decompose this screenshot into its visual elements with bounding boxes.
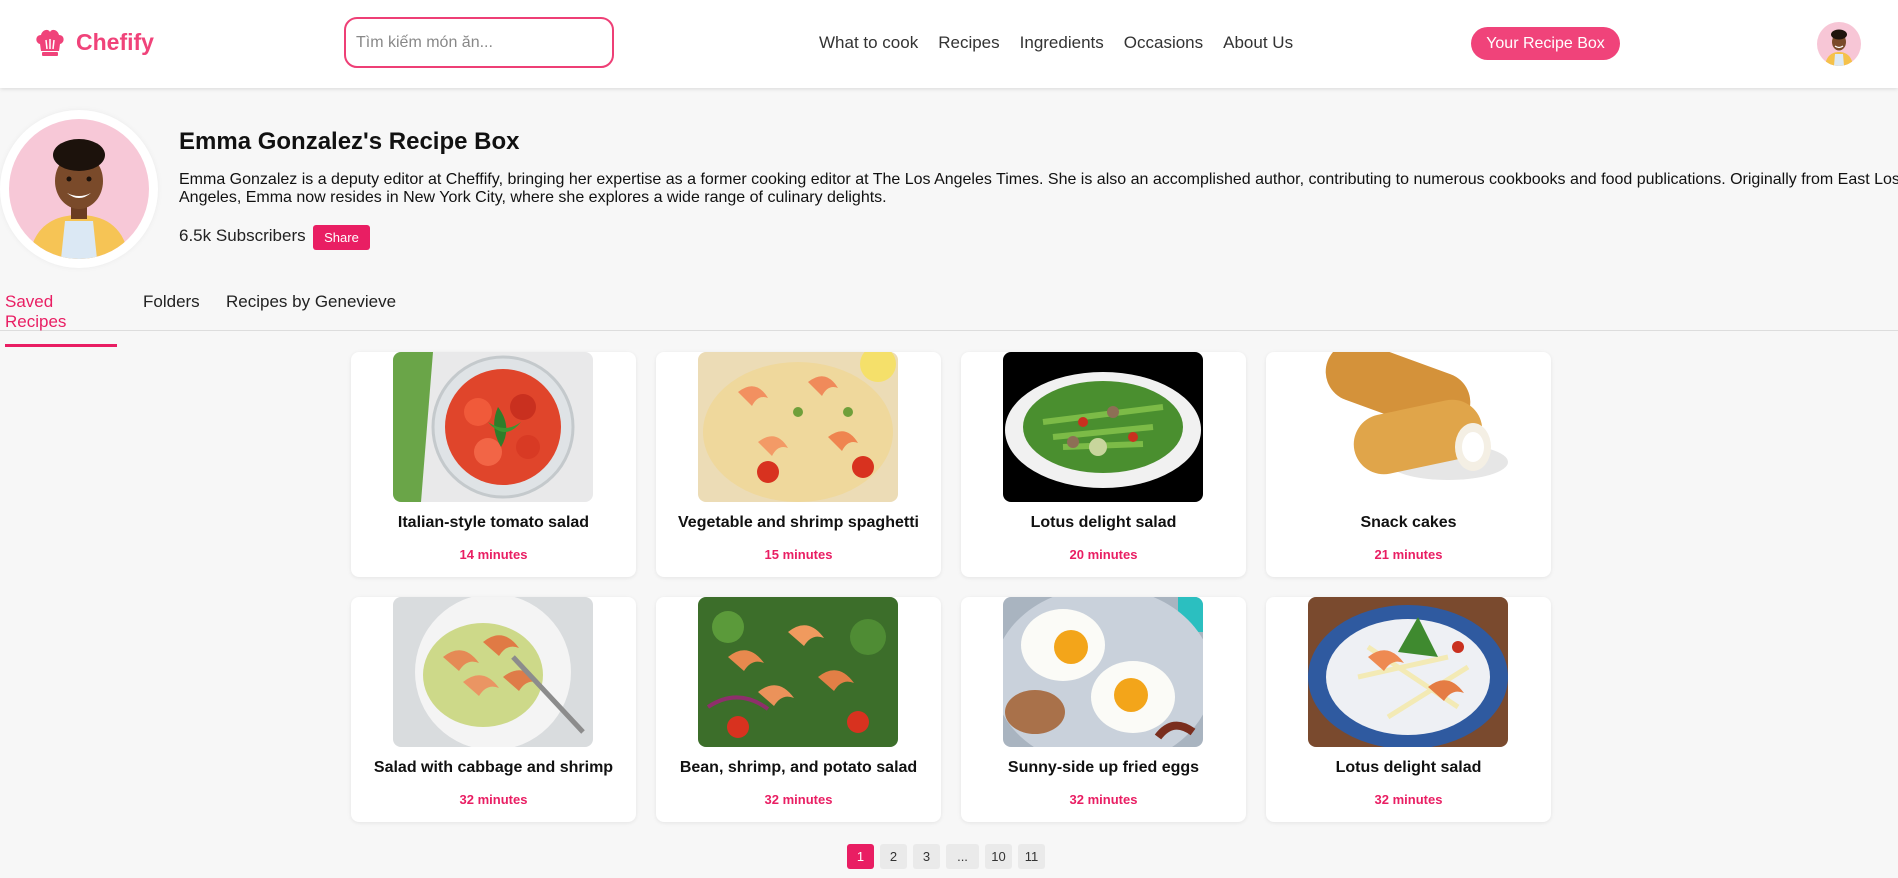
recipe-card[interactable]: Snack cakes 21 minutes bbox=[1266, 352, 1551, 577]
recipe-title: Lotus delight salad bbox=[1335, 759, 1482, 776]
tab-recipes-by-genevieve[interactable]: Recipes by Genevieve bbox=[226, 292, 396, 324]
recipe-title: Italian-style tomato salad bbox=[397, 514, 590, 531]
top-header: Chefify What to cook Recipes Ingredients… bbox=[0, 0, 1898, 88]
recipe-card[interactable]: Lotus delight salad 32 minutes bbox=[1266, 597, 1551, 822]
recipe-grid: Italian-style tomato salad 14 minutes Ve… bbox=[351, 352, 1551, 822]
recipe-title: Salad with cabbage and shrimp bbox=[373, 759, 614, 776]
recipe-image-lotus-salad-2 bbox=[1308, 597, 1508, 747]
profile-bio: Emma Gonzalez is a deputy editor at Chef… bbox=[179, 171, 1898, 206]
recipe-card[interactable]: Bean, shrimp, and potato salad 32 minute… bbox=[656, 597, 941, 822]
recipe-time: 32 minutes bbox=[459, 792, 528, 807]
recipe-image-cabbage-shrimp bbox=[393, 597, 593, 747]
recipe-time: 14 minutes bbox=[459, 547, 528, 562]
subscriber-count: 6.5k Subscribers bbox=[179, 226, 306, 245]
nav-occasions[interactable]: Occasions bbox=[1124, 33, 1203, 53]
recipe-title: Bean, shrimp, and potato salad bbox=[679, 759, 918, 776]
search-input[interactable] bbox=[344, 17, 614, 68]
chef-hat-icon bbox=[36, 29, 64, 56]
recipe-card[interactable]: Salad with cabbage and shrimp 32 minutes bbox=[351, 597, 636, 822]
recipe-time: 20 minutes bbox=[1069, 547, 1138, 562]
recipe-image-fried-eggs bbox=[1003, 597, 1203, 747]
main-nav: What to cook Recipes Ingredients Occasio… bbox=[819, 33, 1293, 53]
tab-saved-recipes[interactable]: Saved Recipes bbox=[5, 292, 117, 347]
recipe-image-bean-shrimp-potato bbox=[698, 597, 898, 747]
page-button-2[interactable]: 2 bbox=[880, 844, 907, 869]
recipe-card[interactable]: Lotus delight salad 20 minutes bbox=[961, 352, 1246, 577]
nav-about-us[interactable]: About Us bbox=[1223, 33, 1293, 53]
user-avatar[interactable] bbox=[1817, 22, 1861, 66]
nav-ingredients[interactable]: Ingredients bbox=[1020, 33, 1104, 53]
recipe-title: Lotus delight salad bbox=[1030, 514, 1177, 531]
page-button-3[interactable]: 3 bbox=[913, 844, 940, 869]
page-button-11[interactable]: 11 bbox=[1018, 844, 1045, 869]
pagination: 1 2 3 ... 10 11 bbox=[847, 844, 1045, 869]
recipe-time: 21 minutes bbox=[1374, 547, 1443, 562]
recipe-card[interactable]: Sunny-side up fried eggs 32 minutes bbox=[961, 597, 1246, 822]
recipe-title: Snack cakes bbox=[1360, 514, 1457, 531]
page-ellipsis: ... bbox=[946, 844, 979, 869]
recipe-image-lotus-salad bbox=[1003, 352, 1203, 502]
recipe-time: 32 minutes bbox=[1374, 792, 1443, 807]
profile-title: Emma Gonzalez's Recipe Box bbox=[179, 128, 520, 155]
tab-folders[interactable]: Folders bbox=[143, 292, 200, 324]
nav-recipes[interactable]: Recipes bbox=[938, 33, 999, 53]
brand-name: Chefify bbox=[76, 28, 154, 55]
nav-what-to-cook[interactable]: What to cook bbox=[819, 33, 918, 53]
recipe-time: 32 minutes bbox=[764, 792, 833, 807]
recipe-time: 15 minutes bbox=[764, 547, 833, 562]
page-button-1[interactable]: 1 bbox=[847, 844, 874, 869]
recipe-image-tomato-salad bbox=[393, 352, 593, 502]
recipe-image-snack-cakes bbox=[1308, 352, 1508, 502]
your-recipe-box-button[interactable]: Your Recipe Box bbox=[1471, 27, 1620, 60]
recipe-title: Sunny-side up fried eggs bbox=[1007, 759, 1200, 776]
recipe-card[interactable]: Italian-style tomato salad 14 minutes bbox=[351, 352, 636, 577]
recipe-image-shrimp-spaghetti bbox=[698, 352, 898, 502]
profile-avatar bbox=[0, 110, 158, 268]
recipe-card[interactable]: Vegetable and shrimp spaghetti 15 minute… bbox=[656, 352, 941, 577]
profile-tabs: Saved Recipes Folders Recipes by Genevie… bbox=[0, 290, 1898, 347]
recipe-time: 32 minutes bbox=[1069, 792, 1138, 807]
share-button[interactable]: Share bbox=[313, 225, 370, 250]
recipe-title: Vegetable and shrimp spaghetti bbox=[678, 514, 919, 531]
brand-logo[interactable]: Chefify bbox=[34, 27, 154, 57]
page-button-10[interactable]: 10 bbox=[985, 844, 1012, 869]
